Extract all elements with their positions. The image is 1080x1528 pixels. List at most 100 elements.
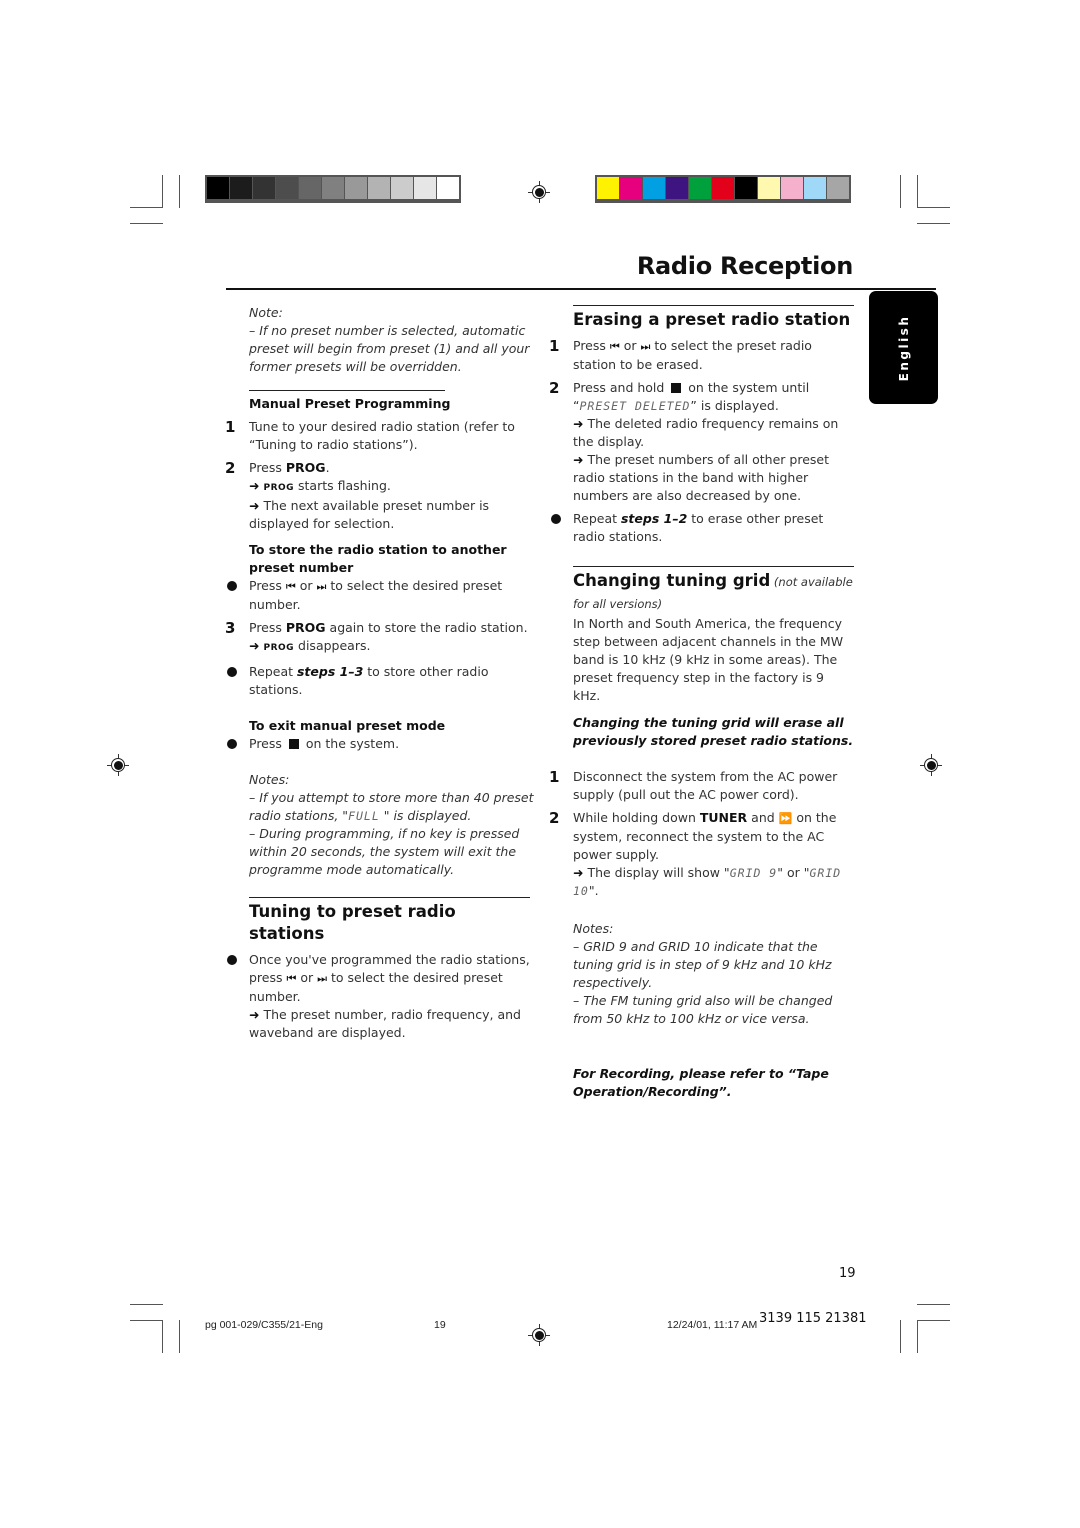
step-text: or [296, 970, 318, 985]
next-icon: ⏭ [640, 340, 651, 353]
crop-mark [917, 207, 950, 208]
step-number: 2 [225, 459, 236, 477]
previous-icon: ⏮ [286, 972, 297, 985]
left-column: Note: – If no preset number is selected,… [225, 304, 534, 1042]
footer-part-code: 3139 115 21381 [759, 1311, 867, 1326]
prog-key-label: PROG [285, 620, 326, 635]
step-text: on the system. [301, 736, 400, 751]
crop-mark [917, 1320, 918, 1353]
crop-mark [179, 1320, 180, 1353]
lcd-text: GRID 9 [729, 866, 778, 880]
crop-mark [917, 175, 918, 208]
grayscale-swatch [253, 177, 275, 199]
step-text: Press [249, 736, 286, 751]
bullet-icon [551, 514, 561, 524]
crop-mark [162, 1320, 163, 1353]
grid-warning: Changing the tuning grid will erase all … [573, 715, 854, 748]
step-number: 2 [549, 379, 560, 397]
crop-mark [900, 1320, 901, 1353]
result-text: ". [588, 883, 599, 898]
step-text: Repeat [249, 664, 297, 679]
step-text: Press [573, 338, 610, 353]
grayscale-swatch [345, 177, 367, 199]
crop-mark [179, 175, 180, 208]
grayscale-swatch [414, 177, 436, 199]
recording-reference: For Recording, please refer to “Tape Ope… [573, 1066, 829, 1099]
bullet-icon [227, 581, 237, 591]
language-tab-label: English [896, 314, 911, 381]
manual-preset-heading: Manual Preset Programming [249, 396, 451, 411]
erase-repeat-bullet: Repeat steps 1–2 to erase other preset r… [551, 510, 855, 546]
color-swatch [620, 177, 642, 199]
prog-indicator: PROG [263, 483, 295, 493]
color-swatch [758, 177, 780, 199]
previous-icon: ⏮ [285, 580, 296, 593]
step-text: or [295, 578, 317, 593]
crop-mark [130, 207, 163, 208]
registration-mark-icon [920, 754, 942, 776]
prog-key-label: PROG [285, 460, 326, 475]
section-rule [573, 566, 854, 567]
grid-notes-label: Notes: [573, 921, 614, 936]
fast-forward-icon: ⏩ [778, 812, 793, 825]
grayscale-color-bar [205, 175, 461, 203]
grid-heading: Changing tuning grid [573, 571, 771, 590]
tuning-preset-heading: Tuning to preset radio stations [249, 902, 456, 943]
step-text: Press and hold [573, 380, 669, 395]
note-label: Note: [249, 305, 283, 320]
section-rule [249, 897, 530, 898]
grid-note: – The FM tuning grid also will be change… [573, 993, 833, 1026]
note-text: – During programming, if no key is press… [249, 826, 520, 877]
store-heading: To store the radio station to another pr… [249, 542, 507, 575]
arrow-icon: ➜ [249, 1007, 260, 1022]
steps-ref: steps 1–3 [296, 664, 364, 679]
color-swatch [804, 177, 826, 199]
registration-mark-icon [528, 181, 550, 203]
crop-mark [130, 1320, 163, 1321]
step-text: . [325, 460, 330, 475]
step-number: 2 [549, 809, 560, 827]
grayscale-swatch [437, 177, 459, 199]
erase-heading: Erasing a preset radio station [573, 310, 851, 329]
step-text: While holding down [573, 810, 700, 825]
step-text: Press [249, 620, 286, 635]
crop-mark [130, 223, 163, 224]
section-rule [249, 390, 445, 391]
footer-sheet-number: 19 [434, 1319, 446, 1331]
result-text: The preset number, radio frequency, and … [249, 1007, 521, 1040]
tuning-bullet: Once you've programmed the radio station… [227, 951, 534, 1042]
section-rule [573, 305, 854, 306]
right-column: Erasing a preset radio station 1 Press ⏮… [549, 305, 855, 1101]
step-2: 2 Press PROG. ➜ PROG starts flashing. ➜ … [225, 459, 534, 533]
process-color-bar [595, 175, 851, 203]
color-swatch [643, 177, 665, 199]
result-text: The display will show " [583, 865, 730, 880]
step-3: 3 Press PROG again to store the radio st… [225, 619, 534, 657]
color-swatch [689, 177, 711, 199]
lcd-text: PRESET DELETED [579, 399, 691, 413]
grid-step-1: 1 Disconnect the system from the AC powe… [549, 768, 855, 804]
footer-file-slug: pg 001-029/C355/21-Eng [205, 1319, 323, 1331]
arrow-icon: ➜ [573, 452, 584, 467]
note-text: " is displayed. [379, 808, 472, 823]
stop-icon [288, 739, 299, 749]
tuner-key-label: TUNER [699, 810, 748, 825]
title-rule [226, 288, 936, 290]
page-number: 19 [839, 1266, 856, 1281]
crop-mark [917, 223, 950, 224]
steps-ref: steps 1–2 [620, 511, 688, 526]
grayscale-swatch [391, 177, 413, 199]
crop-mark [917, 1304, 950, 1305]
step-text: Repeat [573, 511, 621, 526]
grayscale-swatch [299, 177, 321, 199]
previous-icon: ⏮ [609, 340, 620, 353]
erase-step-1: 1 Press ⏮ or ⏭ to select the preset radi… [549, 337, 855, 374]
step-text: Disconnect the system from the AC power … [573, 769, 838, 802]
arrow-icon: ➜ [573, 416, 584, 431]
result-text: disappears. [294, 638, 371, 653]
color-swatch [712, 177, 734, 199]
step-number: 1 [225, 418, 236, 436]
step-number: 3 [225, 619, 236, 637]
color-swatch [666, 177, 688, 199]
color-swatch [597, 177, 619, 199]
